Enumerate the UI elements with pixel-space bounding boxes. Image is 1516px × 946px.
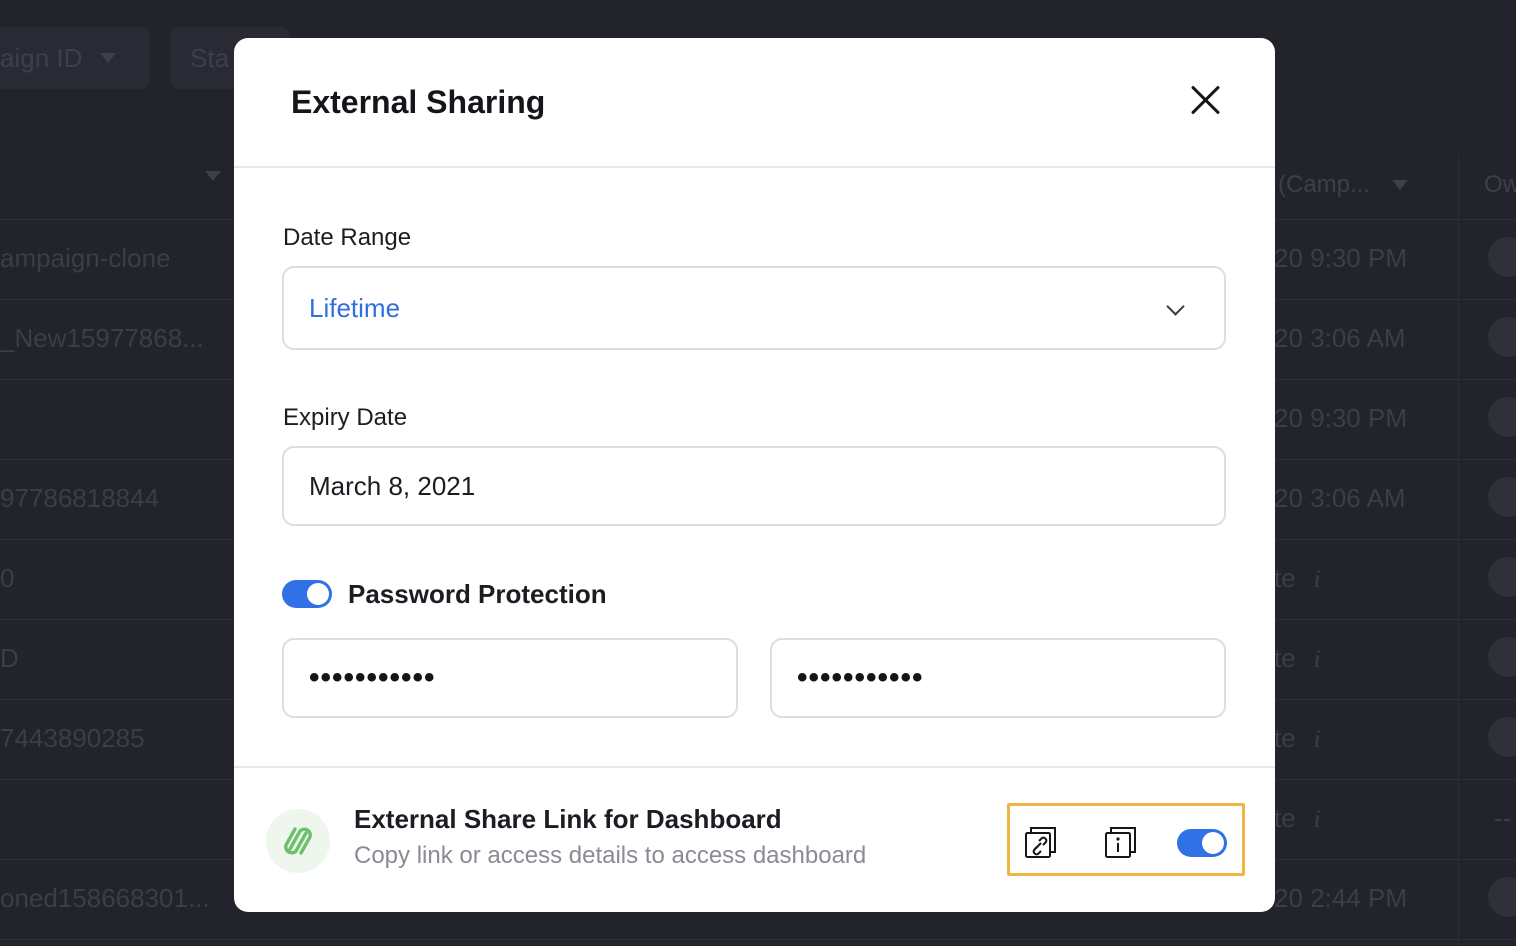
header-cell: Ow bbox=[1484, 171, 1516, 199]
empty-owner: -- bbox=[1494, 803, 1512, 833]
share-link-subtitle: Copy link or access details to access da… bbox=[354, 842, 867, 869]
date-range-select[interactable]: Lifetime bbox=[282, 266, 1226, 350]
password-field[interactable]: ••••••••••• bbox=[282, 638, 738, 718]
avatar bbox=[1488, 237, 1516, 277]
avatar bbox=[1488, 557, 1516, 597]
row-date: 20 9:30 PM bbox=[1274, 243, 1407, 273]
sort-caret-icon bbox=[205, 171, 221, 181]
expiry-date-label: Expiry Date bbox=[283, 404, 408, 431]
share-link-title: External Share Link for Dashboard bbox=[354, 804, 782, 834]
close-icon[interactable] bbox=[1189, 84, 1221, 116]
header-cell: (Camp... bbox=[1278, 171, 1409, 199]
confirm-password-value: ••••••••••• bbox=[797, 661, 924, 694]
avatar bbox=[1488, 397, 1516, 437]
row-date: te i bbox=[1274, 803, 1321, 833]
row-name: ampaign-clone bbox=[0, 243, 171, 273]
row-date: 20 2:44 PM bbox=[1274, 883, 1407, 913]
row-date: 20 9:30 PM bbox=[1274, 403, 1407, 433]
expiry-date-value: March 8, 2021 bbox=[309, 470, 476, 501]
dialog-title: External Sharing bbox=[291, 84, 546, 120]
copy-info-icon[interactable] bbox=[1102, 824, 1140, 862]
link-icon bbox=[266, 809, 330, 873]
avatar bbox=[1488, 637, 1516, 677]
share-link-toggle[interactable] bbox=[1177, 829, 1227, 857]
row-date: 20 3:06 AM bbox=[1274, 483, 1406, 513]
chevron-down-icon bbox=[1166, 297, 1185, 316]
confirm-password-field[interactable]: ••••••••••• bbox=[770, 638, 1226, 718]
copy-link-icon[interactable] bbox=[1022, 824, 1060, 862]
dialog-header: External Sharing bbox=[234, 38, 1275, 168]
date-range-label: Date Range bbox=[283, 224, 412, 251]
filter-label: aign ID bbox=[0, 42, 83, 73]
expiry-date-field[interactable]: March 8, 2021 bbox=[282, 446, 1226, 526]
row-name: 97786818844 bbox=[0, 483, 160, 513]
column-divider bbox=[1458, 155, 1459, 946]
avatar bbox=[1488, 877, 1516, 917]
row-date: 20 3:06 AM bbox=[1274, 323, 1406, 353]
header-label: (Camp... bbox=[1278, 171, 1371, 198]
sort-caret-icon bbox=[1392, 180, 1409, 190]
external-sharing-dialog: External Sharing Date Range Lifetime Exp… bbox=[234, 38, 1275, 912]
password-value: ••••••••••• bbox=[309, 661, 436, 694]
info-icon: i bbox=[1313, 808, 1321, 833]
row-name: _New15977868... bbox=[0, 323, 204, 353]
row-name: D bbox=[0, 643, 19, 673]
share-link-actions bbox=[1007, 803, 1245, 876]
row-date: te i bbox=[1274, 643, 1321, 673]
filter-label: Sta bbox=[190, 42, 230, 73]
info-icon: i bbox=[1313, 568, 1321, 593]
share-link-section: External Share Link for Dashboard Copy l… bbox=[234, 766, 1275, 912]
password-protection-label: Password Protection bbox=[348, 579, 607, 609]
header-label: Ow bbox=[1484, 171, 1516, 198]
avatar bbox=[1488, 717, 1516, 757]
avatar bbox=[1488, 477, 1516, 517]
row-name: oned158668301... bbox=[0, 883, 210, 913]
caret-down-icon bbox=[100, 53, 117, 63]
avatar bbox=[1488, 317, 1516, 357]
password-protection-toggle[interactable] bbox=[282, 580, 332, 608]
info-icon: i bbox=[1313, 728, 1321, 753]
filter-campaign-id: aign ID bbox=[0, 27, 150, 89]
row-name: 0 bbox=[0, 563, 15, 593]
row-date: te i bbox=[1274, 563, 1321, 593]
row-name: 7443890285 bbox=[0, 723, 145, 753]
header-cell bbox=[205, 171, 221, 181]
info-icon: i bbox=[1313, 648, 1321, 673]
row-date: te i bbox=[1274, 723, 1321, 753]
date-range-value: Lifetime bbox=[309, 292, 401, 323]
